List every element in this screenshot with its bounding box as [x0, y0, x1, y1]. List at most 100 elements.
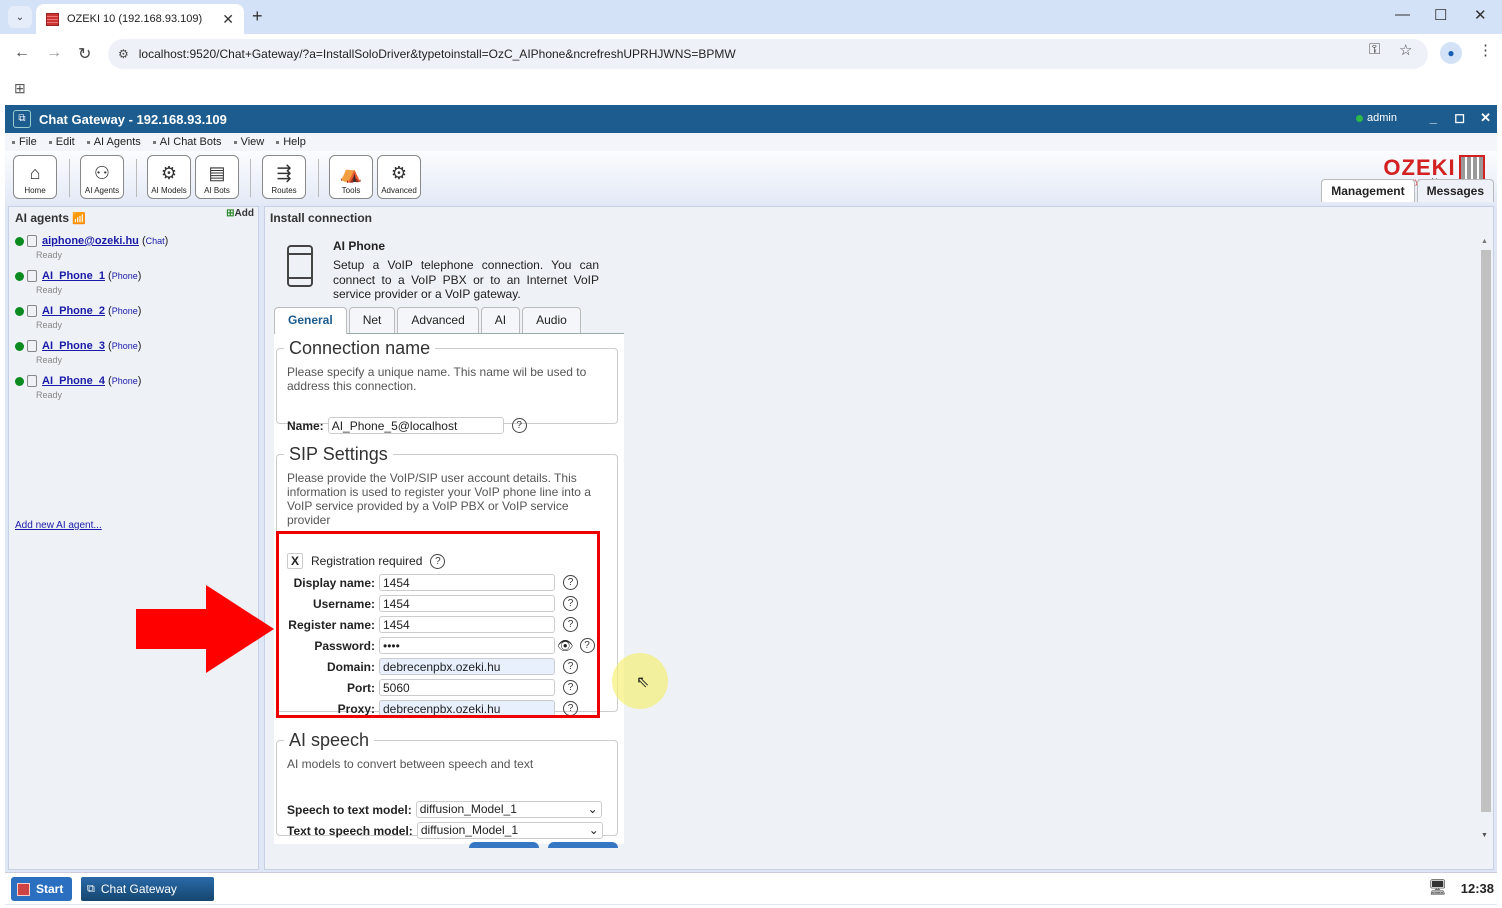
agent-status: Ready — [36, 355, 63, 366]
ai-models-button[interactable]: ⚙ AI Models — [147, 155, 191, 199]
cancel-button-partial[interactable] — [548, 842, 618, 848]
home-label: Home — [24, 186, 46, 195]
bookmark-star-icon[interactable]: ☆ — [1399, 41, 1412, 59]
routes-button[interactable]: ⇶ Routes — [262, 155, 306, 199]
forward-icon[interactable]: → — [46, 44, 62, 62]
desktop-monitor-icon[interactable]: 🖥 — [1428, 878, 1447, 896]
stt-model-select[interactable]: diffusion_Model_1 ⌄ — [415, 801, 602, 818]
ai-bots-button[interactable]: ▤ AI Bots — [195, 155, 239, 199]
proxy-label: Proxy: — [337, 701, 375, 716]
online-status-icon — [15, 236, 24, 246]
menu-ai-chat-bots[interactable]: AI Chat Bots — [153, 136, 222, 148]
ai-bots-icon: ▤ — [208, 163, 226, 183]
tab-audio[interactable]: Audio — [522, 307, 581, 333]
agent-link[interactable]: aiphone@ozeki.hu — [42, 235, 139, 247]
add-new-agent-link[interactable]: Add new AI agent... — [15, 520, 102, 531]
agent-link[interactable]: AI_Phone_1 — [42, 270, 105, 282]
agent-type: Chat — [145, 236, 165, 246]
show-password-eye-icon[interactable]: 👁 — [557, 638, 574, 654]
tools-button[interactable]: ⛺ Tools — [329, 155, 373, 199]
new-tab-button[interactable]: + — [252, 6, 263, 27]
port-row: Port:? — [285, 679, 578, 696]
password-input[interactable] — [379, 637, 555, 654]
minimize-window-button[interactable]: — — [1395, 6, 1410, 23]
start-button[interactable]: Start — [11, 877, 72, 901]
agent-item[interactable]: AI_Phone_3 (Phone) Ready — [15, 340, 141, 365]
agent-type: Phone — [111, 271, 138, 281]
taskbar-chat-gateway[interactable]: ⧉ Chat Gateway — [81, 877, 214, 901]
username: admin — [1367, 112, 1397, 124]
menu-edit[interactable]: Edit — [49, 136, 75, 148]
back-icon[interactable]: ← — [14, 44, 30, 62]
section-description: Please specify a unique name. This name … — [287, 365, 587, 393]
help-icon[interactable]: ? — [563, 617, 578, 632]
agent-item[interactable]: AI_Phone_2 (Phone) Ready — [15, 305, 141, 330]
reload-icon[interactable]: ↻ — [78, 44, 91, 64]
password-key-icon[interactable]: ⚿ — [1369, 41, 1380, 58]
menu-bar: File Edit AI Agents AI Chat Bots View He… — [5, 133, 1497, 151]
ai-agents-button[interactable]: ⚇ AI Agents — [80, 155, 124, 199]
chat-agent-icon — [27, 235, 37, 248]
url-text[interactable]: localhost:9520/Chat+Gateway/?a=InstallSo… — [139, 47, 736, 61]
close-tab-icon[interactable]: ✕ — [222, 11, 234, 28]
help-icon[interactable]: ? — [563, 575, 578, 590]
proxy-input[interactable] — [379, 700, 555, 717]
tab-advanced[interactable]: Advanced — [397, 307, 479, 333]
close-window-button[interactable]: ✕ — [1474, 6, 1487, 24]
agent-item[interactable]: AI_Phone_4 (Phone) Ready — [15, 375, 141, 400]
name-input[interactable] — [327, 417, 504, 434]
tab-net[interactable]: Net — [348, 307, 396, 333]
apps-grid-icon[interactable]: ⊞ — [14, 80, 26, 97]
agent-link[interactable]: AI_Phone_4 — [42, 375, 105, 387]
menu-view[interactable]: View — [234, 136, 265, 148]
address-bar[interactable]: ⚙ localhost:9520/Chat+Gateway/?a=Install… — [108, 39, 1428, 69]
site-info-icon[interactable]: ⚙ — [118, 47, 129, 61]
menu-help[interactable]: Help — [276, 136, 306, 148]
name-row: Name: ? — [287, 417, 527, 434]
menu-file[interactable]: File — [12, 136, 37, 148]
ribbon-divider — [136, 159, 137, 197]
app-maximize-button[interactable]: ◻ — [1454, 110, 1465, 126]
display-name-input[interactable] — [379, 574, 555, 591]
advanced-button[interactable]: ⚙ Advanced — [377, 155, 421, 199]
help-icon[interactable]: ? — [579, 638, 595, 653]
phone-icon — [27, 375, 37, 388]
browser-menu-icon[interactable]: ⋮ — [1478, 41, 1493, 59]
help-icon[interactable]: ? — [563, 680, 578, 695]
domain-input[interactable] — [379, 658, 555, 675]
register-name-input[interactable] — [379, 616, 555, 633]
help-icon[interactable]: ? — [563, 659, 578, 674]
port-input[interactable] — [379, 679, 555, 696]
domain-label: Domain: — [327, 659, 375, 674]
app-close-button[interactable]: ✕ — [1480, 110, 1491, 126]
menu-ai-agents[interactable]: AI Agents — [87, 136, 141, 148]
registration-checkbox[interactable]: X — [287, 553, 303, 569]
agent-item[interactable]: AI_Phone_1 (Phone) Ready — [15, 270, 141, 295]
ok-button-partial[interactable] — [469, 842, 539, 848]
user-indicator[interactable]: admin — [1356, 112, 1397, 124]
scroll-down-icon[interactable]: ▼ — [1481, 832, 1488, 839]
tab-list-button[interactable]: ⌄ — [8, 6, 32, 28]
username-input[interactable] — [379, 595, 555, 612]
help-icon[interactable]: ? — [563, 701, 578, 716]
app-minimize-button[interactable]: _ — [1430, 110, 1437, 125]
tts-model-select[interactable]: diffusion_Model_1 ⌄ — [416, 822, 603, 839]
help-icon[interactable]: ? — [563, 596, 578, 611]
scroll-up-icon[interactable]: ▲ — [1481, 238, 1488, 245]
add-agent-button[interactable]: ⊞Add — [226, 208, 254, 219]
profile-avatar-icon[interactable]: ● — [1440, 42, 1462, 64]
agent-link[interactable]: AI_Phone_2 — [42, 305, 105, 317]
browser-tab[interactable]: OZEKI 10 (192.168.93.109) ✕ — [36, 4, 244, 34]
form-scrollbar[interactable]: ▲ ▼ — [1470, 238, 1492, 846]
agent-item[interactable]: aiphone@ozeki.hu (Chat) Ready — [15, 235, 168, 260]
agent-link[interactable]: AI_Phone_3 — [42, 340, 105, 352]
home-button[interactable]: ⌂ Home — [13, 155, 57, 199]
maximize-window-button[interactable]: ☐ — [1434, 6, 1447, 24]
help-icon[interactable]: ? — [511, 418, 527, 433]
tab-general[interactable]: General — [274, 307, 347, 335]
scroll-thumb[interactable] — [1481, 250, 1491, 812]
help-icon[interactable]: ? — [430, 553, 446, 569]
tab-messages[interactable]: Messages — [1416, 179, 1494, 202]
tab-management[interactable]: Management — [1321, 179, 1415, 202]
tab-ai[interactable]: AI — [480, 307, 521, 333]
